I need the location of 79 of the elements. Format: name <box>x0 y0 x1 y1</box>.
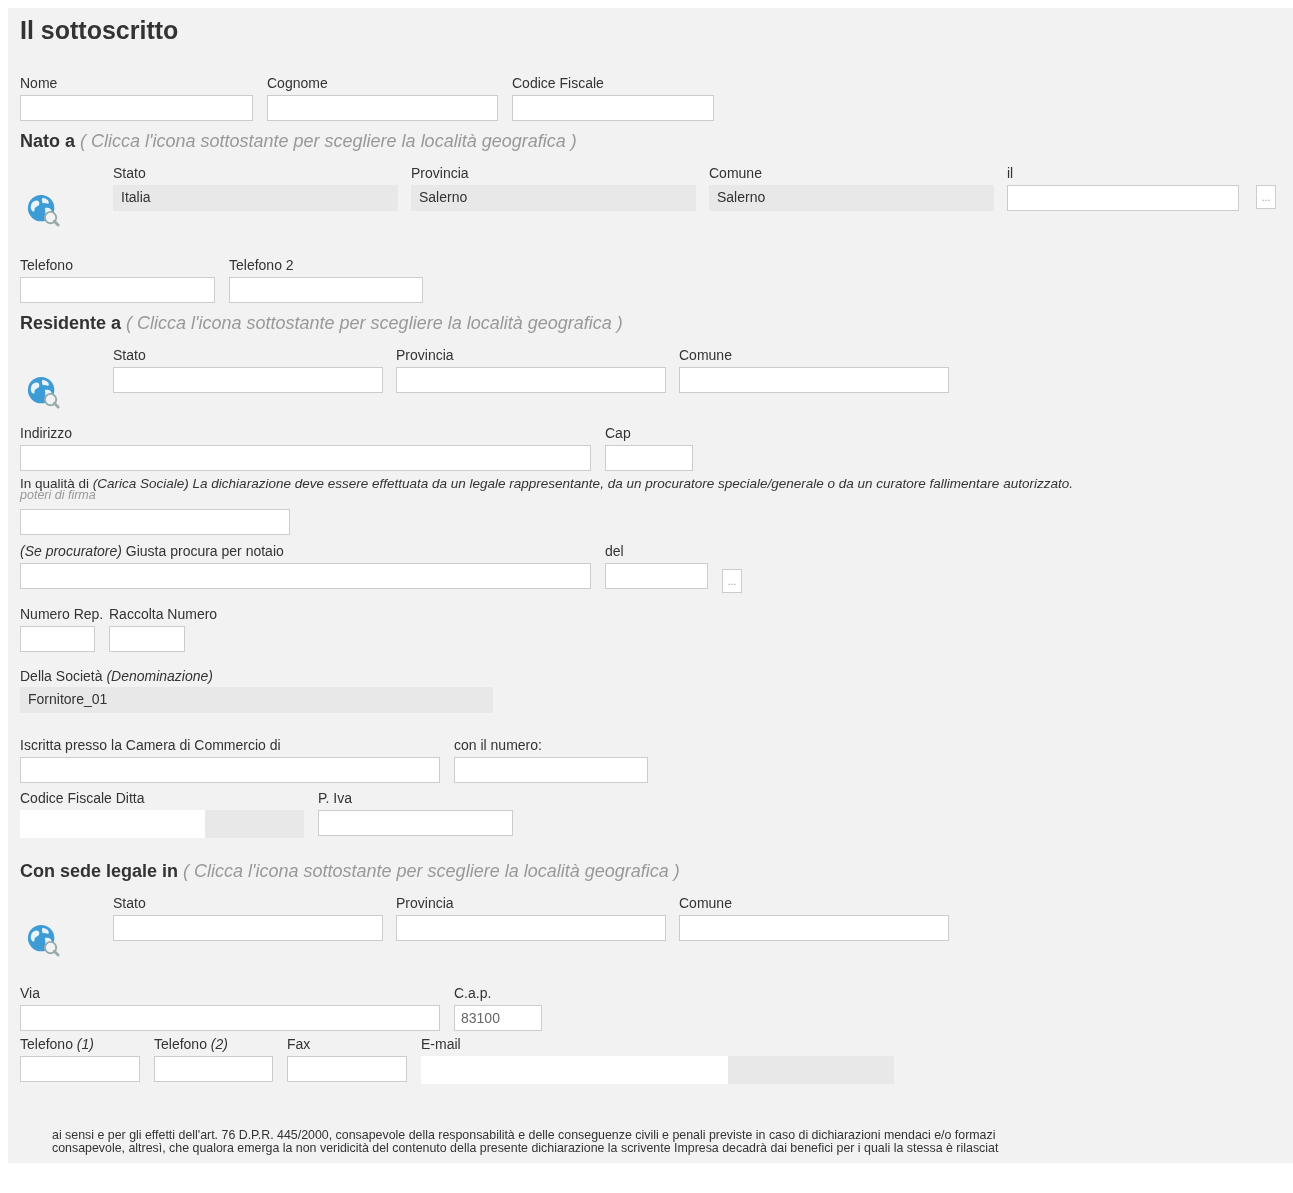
input-field[interactable] <box>20 563 591 589</box>
field-label: Comune <box>709 165 762 182</box>
field-label: Codice Fiscale Ditta <box>20 790 145 807</box>
input-field[interactable] <box>20 626 95 652</box>
field-label: Via <box>20 985 40 1002</box>
input-field[interactable] <box>396 915 666 941</box>
input-field[interactable] <box>229 277 423 303</box>
input-field[interactable] <box>20 95 253 121</box>
input-field[interactable] <box>154 1056 273 1082</box>
field-label: Della Società (Denominazione) <box>20 668 213 685</box>
field-label: P. Iva <box>318 790 352 807</box>
section-heading: Nato a <box>20 131 75 151</box>
date-field[interactable] <box>1007 185 1239 211</box>
input-field[interactable]: 83100 <box>454 1005 542 1031</box>
input-field[interactable] <box>396 367 666 393</box>
input-field[interactable] <box>679 915 949 941</box>
section-hint: ( Clicca l'icona sottostante per scegliere la località geografica ) <box>80 131 577 151</box>
field-label: Comune <box>679 347 732 364</box>
field-label: In qualità di (Carica Sociale) La dichiarazione deve essere effettuata da un legale rappresentante, da un procuratore speciale/generale o da un curatore fallimentare autorizzato. <box>20 475 1073 491</box>
field-label: il <box>1007 165 1014 182</box>
input-field[interactable] <box>20 1005 440 1031</box>
input-field[interactable] <box>287 1056 407 1082</box>
globe-search-icon[interactable] <box>26 193 60 227</box>
readonly-field: Fornitore_01 <box>20 687 493 713</box>
form-title: Il sottoscritto <box>20 16 180 45</box>
input-field[interactable] <box>113 367 383 393</box>
field-sublabel: poteri di firma <box>20 489 96 501</box>
section-heading: Con sede legale in <box>20 861 179 881</box>
field-label: Comune <box>679 895 732 912</box>
input-field[interactable] <box>679 367 949 393</box>
field-label: Numero Rep. <box>20 606 104 623</box>
field-label: del <box>605 543 624 560</box>
field-label: Stato <box>113 347 146 364</box>
field-label: Telefono 2 <box>229 257 294 274</box>
readonly-field: Salerno <box>411 185 696 211</box>
field-label: Indirizzo <box>20 425 73 442</box>
field-label: E-mail <box>421 1036 461 1053</box>
field-label: Telefono (2) <box>154 1036 228 1053</box>
input-field[interactable] <box>109 626 185 652</box>
field-label: con il numero: <box>454 737 542 754</box>
input-field[interactable] <box>512 95 714 121</box>
section-hint: ( Clicca l'icona sottostante per scegliere la località geografica ) <box>183 861 680 881</box>
input-field[interactable] <box>318 810 513 836</box>
date-picker-button[interactable]: ... <box>722 569 742 593</box>
input-field[interactable] <box>454 757 648 783</box>
input-field[interactable] <box>20 509 290 535</box>
input-field[interactable] <box>20 757 440 783</box>
field-label: Telefono (1) <box>20 1036 94 1053</box>
field-label: Iscritta presso la Camera di Commercio di <box>20 737 281 754</box>
field-label: Stato <box>113 895 146 912</box>
input-field[interactable] <box>605 563 708 589</box>
field-label: Provincia <box>396 347 454 364</box>
field-label: Provincia <box>411 165 469 182</box>
field-label: (Se procuratore) Giusta procura per notaio <box>20 543 284 560</box>
field-label: Raccolta Numero <box>109 606 218 623</box>
declaration-text: consapevole, altresì, che qualora emerga la non veridicità del contenuto della presente dichiarazione la scrivente Impresa decadrà dai benefici per i quali la stessa è rilasciat <box>52 1142 1000 1155</box>
field-label: Provincia <box>396 895 454 912</box>
field-label: Codice Fiscale <box>512 75 604 92</box>
input-field[interactable] <box>605 445 693 471</box>
input-field[interactable] <box>113 915 383 941</box>
declaration-text: ai sensi e per gli effetti dell'art. 76 D.P.R. 445/2000, consapevole della responsabilità e delle conseguenze civili e penali previste in caso di dichiarazioni mendaci e/o formazi <box>52 1129 997 1142</box>
input-field[interactable] <box>20 445 591 471</box>
field-label: C.a.p. <box>454 985 492 1002</box>
field-label: Nome <box>20 75 58 92</box>
date-picker-button[interactable]: ... <box>1256 185 1276 209</box>
input-field[interactable] <box>267 95 498 121</box>
field-label: Stato <box>113 165 146 182</box>
readonly-field: Italia <box>113 185 398 211</box>
input-field[interactable] <box>20 277 215 303</box>
section-hint: ( Clicca l'icona sottostante per scegliere la località geografica ) <box>126 313 623 333</box>
globe-search-icon[interactable] <box>26 923 60 957</box>
field-label: Telefono <box>20 257 73 274</box>
input-field[interactable] <box>20 1056 140 1082</box>
field-label: Cap <box>605 425 631 442</box>
section-heading: Residente a <box>20 313 122 333</box>
globe-search-icon[interactable] <box>26 375 60 409</box>
field-label: Cognome <box>267 75 328 92</box>
field-label: Fax <box>287 1036 311 1053</box>
readonly-field: Salerno <box>709 185 994 211</box>
